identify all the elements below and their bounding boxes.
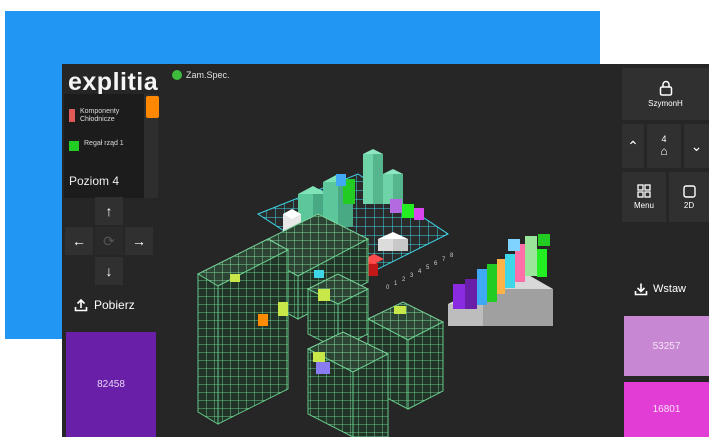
view-2d-label: 2D: [683, 200, 695, 210]
pan-down-button[interactable]: ↓: [95, 257, 123, 285]
axis-tick: 0: [386, 285, 390, 291]
axis-tick: 5: [426, 265, 430, 271]
legend-item-label: Komponenty Chłodnicze: [80, 108, 120, 123]
chevron-up-icon: ⌃: [627, 137, 639, 154]
stat-tile-left[interactable]: 82458: [66, 332, 156, 437]
warehouse-3d-view[interactable]: 0 1 2 3 4 5 6 7 8: [158, 64, 618, 437]
arrow-right-icon: →: [132, 233, 146, 249]
app-window: explitia Zam.Spec. Komponenty Chłodnicze…: [62, 64, 709, 437]
legend-item-label: Regał rząd 1: [84, 140, 124, 147]
level-label: Poziom 4: [69, 174, 120, 188]
home-icon: ⌂: [660, 144, 668, 158]
grid-icon: [637, 184, 651, 198]
arrow-up-icon: ↑: [105, 203, 113, 219]
pan-up-button[interactable]: ↑: [95, 197, 123, 225]
lock-icon: [659, 80, 672, 96]
pan-right-button[interactable]: →: [125, 227, 153, 255]
square-icon: [682, 184, 696, 198]
menu-label: Menu: [633, 201, 654, 210]
stat-tile-value: 16801: [652, 404, 681, 415]
download-button[interactable]: Pobierz: [74, 298, 135, 312]
floor-indicator[interactable]: 4 ⌂: [647, 124, 681, 168]
reset-view-button[interactable]: ⟳: [95, 227, 123, 255]
floor-down-button[interactable]: ⌄: [684, 124, 709, 168]
floor-value: 4: [661, 134, 667, 144]
rotate-icon: ⟳: [103, 232, 115, 249]
legend-swatch: [69, 141, 79, 151]
arrow-left-icon: ←: [72, 233, 86, 249]
chevron-down-icon: ⌄: [690, 137, 703, 154]
stat-tile-value: 82458: [97, 379, 125, 390]
axis-tick: 2: [402, 277, 406, 283]
insert-label: Wstaw: [653, 283, 686, 295]
rack-back-column[interactable]: [336, 149, 403, 204]
axis-tick: 8: [450, 253, 454, 259]
axis-tick: 4: [418, 269, 422, 275]
legend-swatch: [69, 109, 75, 122]
menu-button[interactable]: Menu: [622, 172, 666, 222]
legend-item-cooling[interactable]: Komponenty Chłodnicze: [69, 108, 142, 124]
stat-tile-right-1[interactable]: 53257: [624, 316, 709, 376]
stat-tile-right-2[interactable]: 16801: [624, 382, 709, 437]
insert-button[interactable]: Wstaw: [634, 282, 686, 296]
upload-icon: [74, 298, 88, 312]
rack-right-cluster[interactable]: [448, 234, 553, 326]
stat-tile-value: 53257: [652, 340, 681, 352]
axis-tick: 3: [410, 273, 414, 279]
axis-tick: 6: [434, 261, 438, 267]
pan-left-button[interactable]: ←: [65, 227, 93, 255]
arrow-down-icon: ↓: [105, 263, 113, 279]
user-name: SzymonH: [648, 99, 683, 108]
floor-up-button[interactable]: ⌃: [622, 124, 644, 168]
axis-tick: 7: [442, 257, 446, 263]
view-2d-button[interactable]: 2D: [669, 172, 709, 222]
legend-item-rack[interactable]: Regał rząd 1: [69, 140, 134, 151]
download-label: Pobierz: [94, 298, 135, 312]
axis-tick: 1: [394, 281, 398, 287]
download-icon: [634, 283, 648, 296]
app-logo: explitia: [68, 68, 159, 96]
user-button[interactable]: SzymonH: [622, 68, 709, 120]
